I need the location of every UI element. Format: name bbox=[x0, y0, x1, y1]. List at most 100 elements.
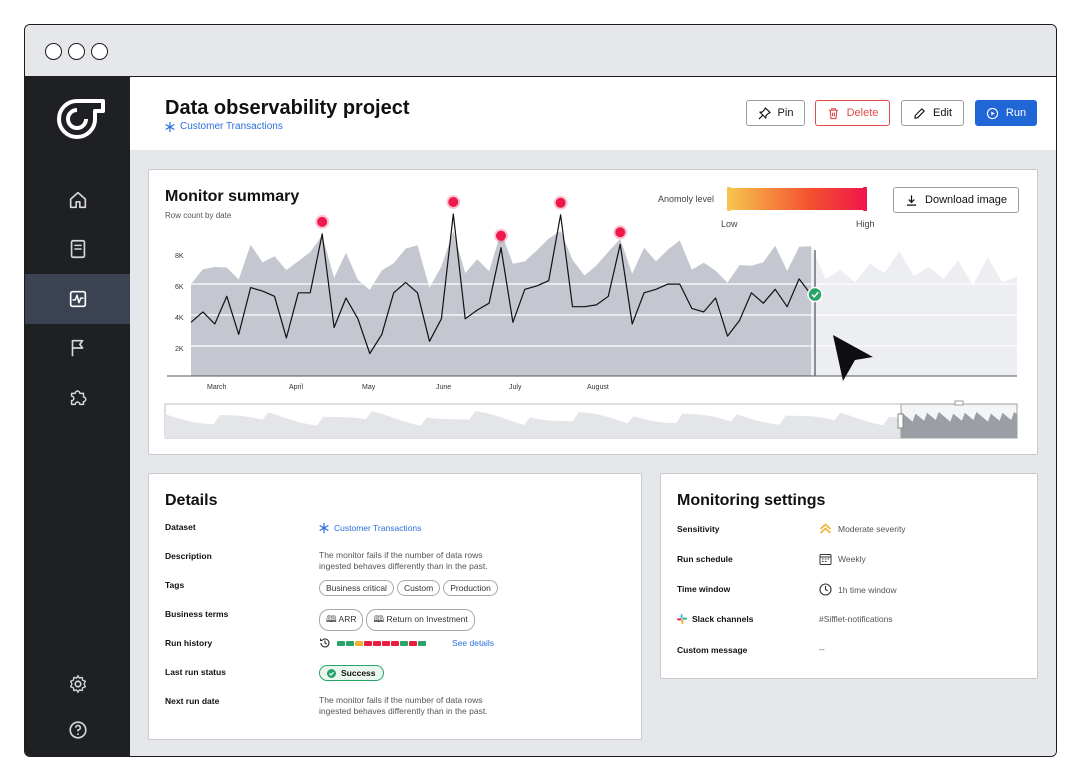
window-maximize-dot[interactable] bbox=[91, 43, 108, 60]
window-titlebar bbox=[25, 25, 1056, 77]
run-history-segment bbox=[364, 640, 372, 646]
run-history-segment bbox=[373, 640, 381, 646]
pin-icon bbox=[758, 106, 771, 119]
page-header: Data observability project Customer Tran… bbox=[130, 77, 1056, 150]
trash-icon bbox=[828, 107, 838, 119]
run-schedule-value: Weekly bbox=[819, 553, 866, 565]
run-history-bar bbox=[337, 640, 426, 646]
app-window: Data observability project Customer Tran… bbox=[24, 24, 1057, 757]
navigator-top-handle bbox=[954, 400, 964, 406]
description-label: Description bbox=[165, 551, 212, 561]
expected-range-band bbox=[191, 230, 811, 376]
monitoring-settings-card: Monitoring settings Sensitivity Moderate… bbox=[660, 473, 1038, 679]
slack-channels-label: Slack channels bbox=[677, 614, 753, 624]
slack-channels-value: #Sifflet-notifications bbox=[819, 614, 893, 624]
dataset-link-label: Customer Transactions bbox=[180, 121, 283, 132]
window-close-dot[interactable] bbox=[45, 43, 62, 60]
x-tick-label: July bbox=[509, 384, 522, 391]
monitoring-settings-title: Monitoring settings bbox=[677, 492, 826, 509]
sidebar-item-integrations[interactable] bbox=[25, 372, 130, 422]
check-circle-icon bbox=[327, 668, 336, 678]
tag-chip[interactable]: Custom bbox=[396, 580, 441, 596]
next-run-date-label: Next run date bbox=[165, 696, 220, 706]
help-icon bbox=[68, 721, 87, 739]
sidebar bbox=[25, 77, 130, 756]
sidebar-item-monitors[interactable] bbox=[25, 274, 130, 324]
run-history-segment bbox=[418, 640, 426, 646]
business-terms-label: Business terms bbox=[165, 609, 229, 619]
delete-button-label: Delete bbox=[846, 107, 879, 119]
status-badge: Success bbox=[319, 665, 384, 681]
anomaly-point bbox=[615, 227, 626, 238]
dataset-link[interactable]: Customer Transactions bbox=[165, 121, 283, 132]
run-schedule-value-text: Weekly bbox=[838, 554, 866, 564]
delete-button[interactable]: Delete bbox=[815, 100, 890, 126]
tag-chip[interactable]: Business critical bbox=[319, 580, 394, 596]
run-button[interactable]: Run bbox=[975, 100, 1037, 126]
sidebar-item-incidents[interactable] bbox=[25, 323, 130, 373]
business-terms-list: 🕮 ARR 🕮 Return on Investment bbox=[319, 609, 478, 631]
tag-chip[interactable]: Production bbox=[443, 580, 498, 596]
brand-logo-icon[interactable] bbox=[47, 97, 107, 141]
details-dataset-link[interactable]: Customer Transactions bbox=[319, 523, 421, 533]
x-tick-label: March bbox=[207, 384, 227, 391]
y-tick-label: 8K bbox=[175, 253, 184, 260]
time-window-label: Time window bbox=[677, 584, 731, 594]
book-icon: 🕮 bbox=[373, 614, 385, 624]
sidebar-item-home[interactable] bbox=[25, 175, 130, 225]
custom-message-value: -- bbox=[819, 644, 825, 654]
dataset-label: Dataset bbox=[165, 522, 196, 532]
time-window-value: 1h time window bbox=[819, 583, 897, 596]
edit-button[interactable]: Edit bbox=[901, 100, 964, 126]
run-history-segment bbox=[382, 640, 390, 646]
next-run-date-value: The monitor fails if the number of data … bbox=[319, 695, 488, 716]
clock-icon bbox=[819, 583, 832, 596]
anomaly-point bbox=[317, 216, 328, 227]
run-history-segment bbox=[391, 640, 399, 646]
window-minimize-dot[interactable] bbox=[68, 43, 85, 60]
anomaly-point bbox=[448, 197, 459, 207]
run-history-segment bbox=[409, 640, 417, 646]
pin-button[interactable]: Pin bbox=[746, 100, 805, 126]
run-button-label: Run bbox=[1005, 107, 1027, 119]
current-status-point bbox=[807, 286, 823, 303]
monitor-icon bbox=[69, 290, 86, 308]
y-tick-label: 4K bbox=[175, 315, 184, 322]
sidebar-item-settings[interactable] bbox=[25, 659, 130, 709]
snowflake-icon bbox=[165, 121, 175, 132]
description-value: The monitor fails if the number of data … bbox=[319, 550, 488, 571]
gear-icon bbox=[69, 675, 86, 693]
navigator-left-handle bbox=[897, 413, 904, 429]
home-icon bbox=[69, 191, 86, 209]
page-title: Data observability project bbox=[165, 97, 410, 119]
monitor-chart[interactable]: 8K6K4K2K0MarchAprilMayJuneJulyAugust bbox=[149, 170, 1037, 454]
term-chip[interactable]: 🕮 Return on Investment bbox=[366, 609, 475, 631]
term-chip-label: ARR bbox=[338, 614, 357, 624]
sidebar-item-help[interactable] bbox=[25, 705, 130, 755]
term-chip[interactable]: 🕮 ARR bbox=[319, 609, 364, 631]
book-icon bbox=[70, 239, 85, 259]
pin-button-label: Pin bbox=[777, 107, 794, 119]
see-details-link[interactable]: See details bbox=[452, 638, 494, 648]
cursor-icon bbox=[833, 335, 873, 381]
last-run-status-label: Last run status bbox=[165, 667, 226, 677]
run-history-segment bbox=[337, 640, 345, 646]
details-dataset-value: Customer Transactions bbox=[334, 523, 422, 533]
run-history: See details bbox=[319, 637, 494, 649]
snowflake-icon bbox=[319, 523, 329, 533]
sidebar-item-catalog[interactable] bbox=[25, 224, 130, 274]
details-card: Details Dataset Customer Transactions De… bbox=[148, 473, 642, 740]
y-tick-label: 6K bbox=[175, 284, 184, 291]
run-schedule-label: Run schedule bbox=[677, 554, 733, 564]
puzzle-icon bbox=[70, 390, 87, 406]
chevrons-up-icon bbox=[819, 523, 832, 534]
sensitivity-value-text: Moderate severity bbox=[838, 523, 906, 534]
time-window-value-text: 1h time window bbox=[838, 584, 897, 595]
sensitivity-value: Moderate severity bbox=[819, 523, 906, 534]
run-history-segment bbox=[346, 640, 354, 646]
flag-icon bbox=[71, 339, 83, 357]
term-chip-label: Return on Investment bbox=[386, 614, 468, 624]
calendar-icon bbox=[819, 554, 832, 565]
history-icon bbox=[319, 638, 330, 648]
monitor-summary-card: Monitor summary Row count by date Anomol… bbox=[148, 169, 1038, 455]
